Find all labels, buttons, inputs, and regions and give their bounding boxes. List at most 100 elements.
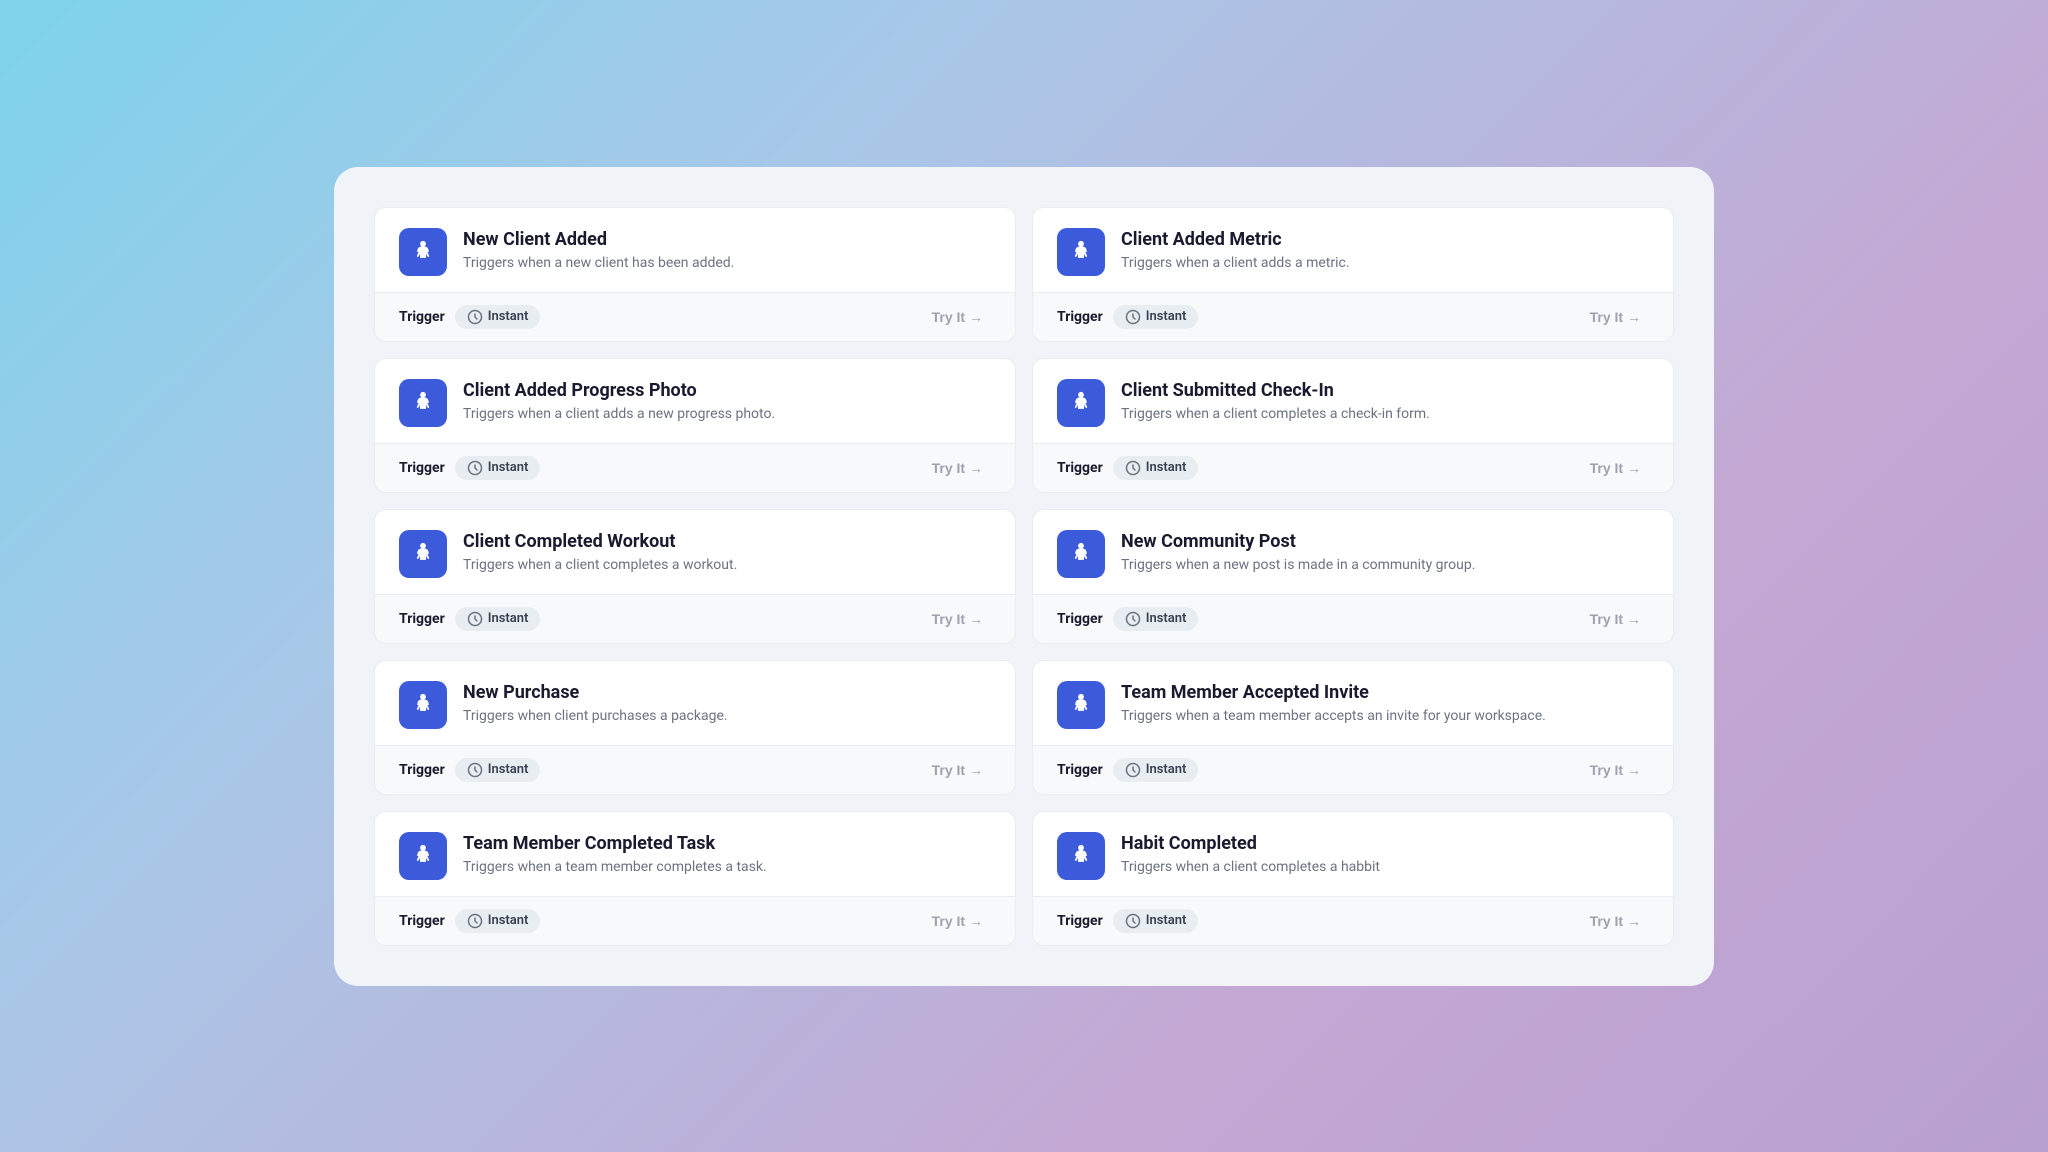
instant-badge-team-member-completed-task: Instant — [455, 909, 541, 933]
try-it-button-client-added-metric[interactable]: Try It → — [1582, 305, 1649, 329]
trigger-label-client-added-progress-photo: Trigger — [399, 460, 445, 476]
try-it-label-team-member-accepted-invite: Try It → — [1590, 762, 1641, 778]
badge-text-client-added-metric: Instant — [1146, 309, 1187, 324]
badge-text-new-community-post: Instant — [1146, 611, 1187, 626]
trigger-section-team-member-accepted-invite: Trigger Instant — [1057, 758, 1198, 782]
try-it-button-team-member-completed-task[interactable]: Try It → — [924, 909, 991, 933]
card-icon-new-community-post — [1057, 530, 1105, 578]
try-it-button-client-completed-workout[interactable]: Try It → — [924, 607, 991, 631]
try-it-label-client-added-progress-photo: Try It → — [932, 460, 983, 476]
card-description-team-member-completed-task: Triggers when a team member completes a … — [463, 858, 767, 878]
card-text-new-community-post: New Community Post Triggers when a new p… — [1121, 531, 1475, 576]
card-description-new-purchase: Triggers when client purchases a package… — [463, 707, 728, 727]
card-description-client-added-progress-photo: Triggers when a client adds a new progre… — [463, 405, 775, 425]
try-it-label-new-client-added: Try It → — [932, 309, 983, 325]
instant-badge-new-purchase: Instant — [455, 758, 541, 782]
try-it-button-new-client-added[interactable]: Try It → — [924, 305, 991, 329]
card-description-client-submitted-check-in: Triggers when a client completes a check… — [1121, 405, 1430, 425]
instant-badge-client-completed-workout: Instant — [455, 607, 541, 631]
card-text-client-added-progress-photo: Client Added Progress Photo Triggers whe… — [463, 380, 775, 425]
card-header-client-added-progress-photo: Client Added Progress Photo Triggers whe… — [375, 359, 1015, 443]
card-description-team-member-accepted-invite: Triggers when a team member accepts an i… — [1121, 707, 1546, 727]
trigger-label-client-added-metric: Trigger — [1057, 309, 1103, 325]
badge-text-team-member-accepted-invite: Instant — [1146, 762, 1187, 777]
card-header-new-client-added: New Client Added Triggers when a new cli… — [375, 208, 1015, 292]
try-it-label-client-completed-workout: Try It → — [932, 611, 983, 627]
card-team-member-accepted-invite: Team Member Accepted Invite Triggers whe… — [1032, 660, 1674, 795]
card-habit-completed: Habit Completed Triggers when a client c… — [1032, 811, 1674, 946]
card-text-team-member-accepted-invite: Team Member Accepted Invite Triggers whe… — [1121, 682, 1546, 727]
card-icon-client-added-metric — [1057, 228, 1105, 276]
card-title-new-community-post: New Community Post — [1121, 531, 1475, 552]
trigger-section-new-purchase: Trigger Instant — [399, 758, 540, 782]
card-footer-habit-completed: Trigger Instant Try It → — [1033, 896, 1673, 945]
try-it-button-new-community-post[interactable]: Try It → — [1582, 607, 1649, 631]
trigger-section-client-added-metric: Trigger Instant — [1057, 305, 1198, 329]
card-text-client-submitted-check-in: Client Submitted Check-In Triggers when … — [1121, 380, 1430, 425]
card-description-client-completed-workout: Triggers when a client completes a worko… — [463, 556, 737, 576]
card-text-client-added-metric: Client Added Metric Triggers when a clie… — [1121, 229, 1350, 274]
trigger-section-habit-completed: Trigger Instant — [1057, 909, 1198, 933]
card-header-team-member-completed-task: Team Member Completed Task Triggers when… — [375, 812, 1015, 896]
card-client-added-progress-photo: Client Added Progress Photo Triggers whe… — [374, 358, 1016, 493]
try-it-button-client-submitted-check-in[interactable]: Try It → — [1582, 456, 1649, 480]
card-footer-client-added-metric: Trigger Instant Try It → — [1033, 292, 1673, 341]
card-description-new-client-added: Triggers when a new client has been adde… — [463, 254, 734, 274]
trigger-section-client-submitted-check-in: Trigger Instant — [1057, 456, 1198, 480]
trigger-section-new-client-added: Trigger Instant — [399, 305, 540, 329]
trigger-section-client-completed-workout: Trigger Instant — [399, 607, 540, 631]
card-description-habit-completed: Triggers when a client completes a habbi… — [1121, 858, 1380, 878]
card-icon-client-added-progress-photo — [399, 379, 447, 427]
card-title-client-completed-workout: Client Completed Workout — [463, 531, 737, 552]
card-icon-team-member-accepted-invite — [1057, 681, 1105, 729]
card-footer-new-community-post: Trigger Instant Try It → — [1033, 594, 1673, 643]
try-it-label-new-community-post: Try It → — [1590, 611, 1641, 627]
card-icon-client-completed-workout — [399, 530, 447, 578]
badge-text-team-member-completed-task: Instant — [488, 913, 529, 928]
card-new-purchase: New Purchase Triggers when client purcha… — [374, 660, 1016, 795]
instant-badge-habit-completed: Instant — [1113, 909, 1199, 933]
try-it-button-client-added-progress-photo[interactable]: Try It → — [924, 456, 991, 480]
card-client-submitted-check-in: Client Submitted Check-In Triggers when … — [1032, 358, 1674, 493]
card-footer-new-client-added: Trigger Instant Try It → — [375, 292, 1015, 341]
trigger-section-client-added-progress-photo: Trigger Instant — [399, 456, 540, 480]
card-client-added-metric: Client Added Metric Triggers when a clie… — [1032, 207, 1674, 342]
card-description-new-community-post: Triggers when a new post is made in a co… — [1121, 556, 1475, 576]
instant-badge-client-added-progress-photo: Instant — [455, 456, 541, 480]
card-title-new-client-added: New Client Added — [463, 229, 734, 250]
card-footer-team-member-completed-task: Trigger Instant Try It → — [375, 896, 1015, 945]
card-header-client-completed-workout: Client Completed Workout Triggers when a… — [375, 510, 1015, 594]
card-title-client-submitted-check-in: Client Submitted Check-In — [1121, 380, 1430, 401]
try-it-button-habit-completed[interactable]: Try It → — [1582, 909, 1649, 933]
card-title-team-member-accepted-invite: Team Member Accepted Invite — [1121, 682, 1546, 703]
try-it-label-habit-completed: Try It → — [1590, 913, 1641, 929]
card-footer-team-member-accepted-invite: Trigger Instant Try It → — [1033, 745, 1673, 794]
badge-text-client-submitted-check-in: Instant — [1146, 460, 1187, 475]
try-it-button-new-purchase[interactable]: Try It → — [924, 758, 991, 782]
badge-text-habit-completed: Instant — [1146, 913, 1187, 928]
badge-text-client-completed-workout: Instant — [488, 611, 529, 626]
card-icon-team-member-completed-task — [399, 832, 447, 880]
card-text-team-member-completed-task: Team Member Completed Task Triggers when… — [463, 833, 767, 878]
try-it-label-client-added-metric: Try It → — [1590, 309, 1641, 325]
trigger-label-client-submitted-check-in: Trigger — [1057, 460, 1103, 476]
card-footer-client-submitted-check-in: Trigger Instant Try It → — [1033, 443, 1673, 492]
trigger-label-team-member-completed-task: Trigger — [399, 913, 445, 929]
badge-text-new-purchase: Instant — [488, 762, 529, 777]
card-text-new-client-added: New Client Added Triggers when a new cli… — [463, 229, 734, 274]
card-icon-new-purchase — [399, 681, 447, 729]
trigger-label-habit-completed: Trigger — [1057, 913, 1103, 929]
card-new-client-added: New Client Added Triggers when a new cli… — [374, 207, 1016, 342]
card-header-habit-completed: Habit Completed Triggers when a client c… — [1033, 812, 1673, 896]
card-header-client-submitted-check-in: Client Submitted Check-In Triggers when … — [1033, 359, 1673, 443]
card-title-new-purchase: New Purchase — [463, 682, 728, 703]
card-description-client-added-metric: Triggers when a client adds a metric. — [1121, 254, 1350, 274]
card-client-completed-workout: Client Completed Workout Triggers when a… — [374, 509, 1016, 644]
card-title-habit-completed: Habit Completed — [1121, 833, 1380, 854]
badge-text-client-added-progress-photo: Instant — [488, 460, 529, 475]
card-footer-client-added-progress-photo: Trigger Instant Try It → — [375, 443, 1015, 492]
card-icon-habit-completed — [1057, 832, 1105, 880]
try-it-button-team-member-accepted-invite[interactable]: Try It → — [1582, 758, 1649, 782]
card-text-client-completed-workout: Client Completed Workout Triggers when a… — [463, 531, 737, 576]
trigger-label-new-client-added: Trigger — [399, 309, 445, 325]
